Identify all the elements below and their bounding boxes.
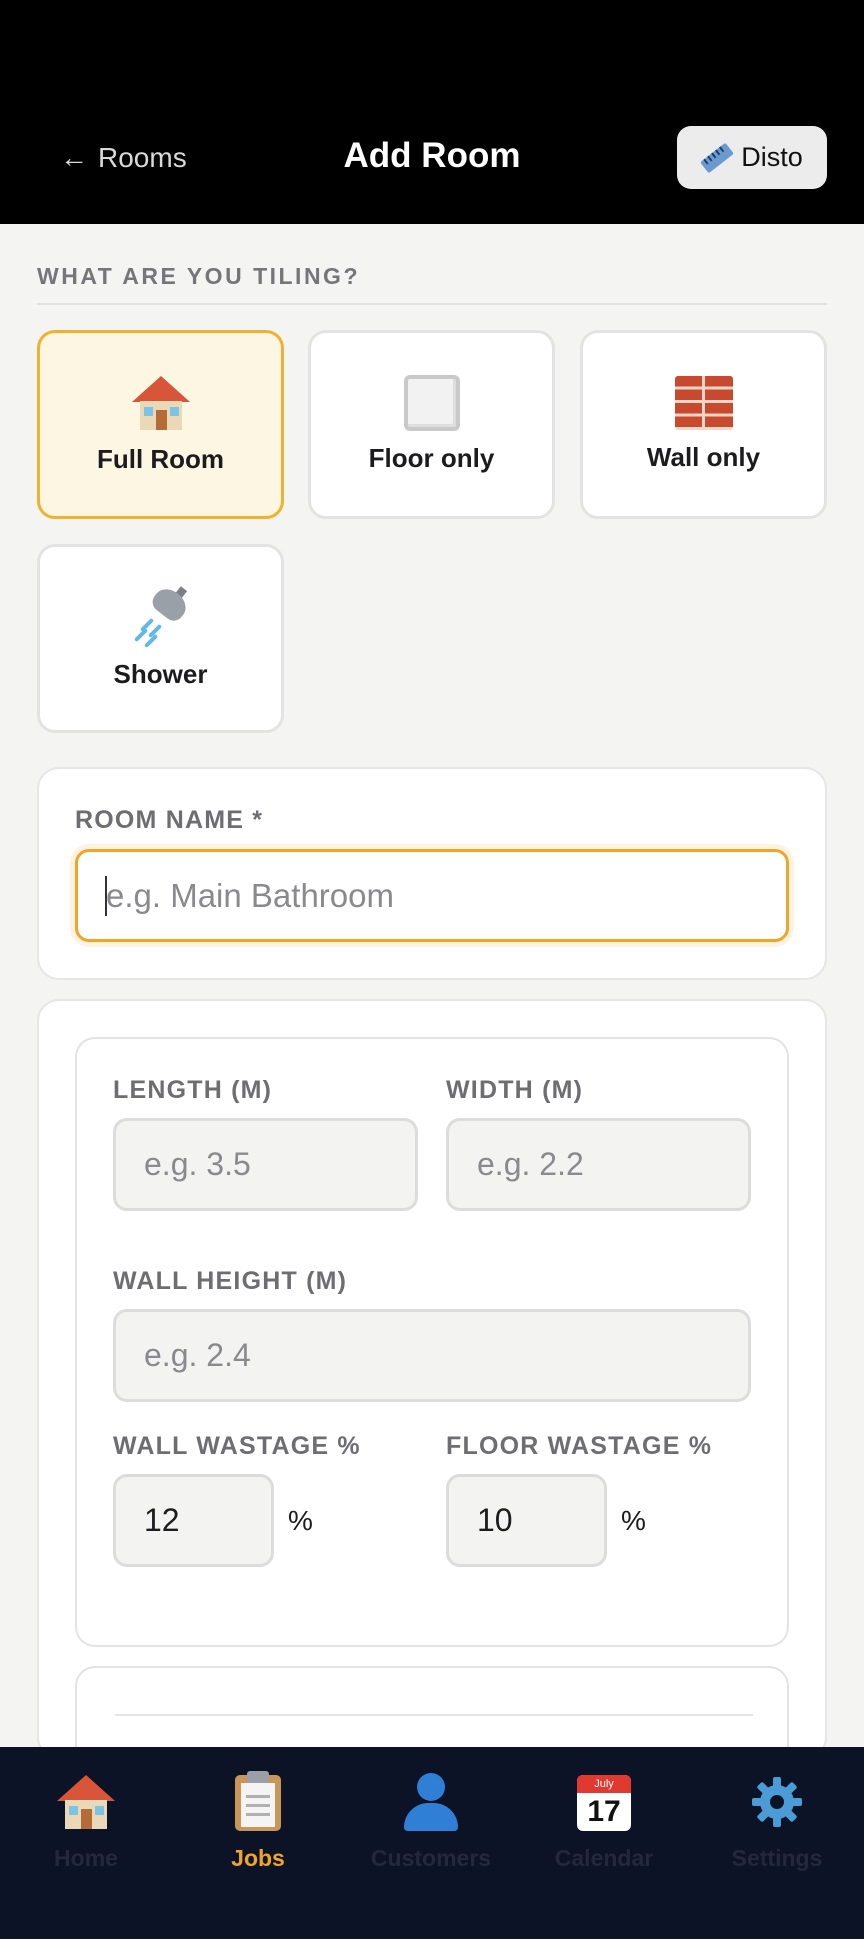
white-square-icon xyxy=(403,375,460,431)
nav-label: Jobs xyxy=(231,1845,285,1871)
section-divider xyxy=(37,303,827,305)
nav-item-calendar[interactable]: July 17 Calendar xyxy=(518,1771,690,1872)
type-card-label: Shower xyxy=(113,659,208,689)
wall-wastage-label: WALL WASTAGE % xyxy=(113,1432,361,1460)
wall-height-label: WALL HEIGHT (M) xyxy=(113,1267,348,1295)
room-name-label: ROOM NAME * xyxy=(75,806,264,834)
nav-item-jobs[interactable]: Jobs xyxy=(172,1771,344,1872)
width-label: WIDTH (M) xyxy=(446,1076,584,1104)
clipboard-icon xyxy=(227,1771,289,1833)
floor-wastage-input[interactable] xyxy=(446,1474,607,1567)
nav-item-settings[interactable]: Settings xyxy=(691,1771,863,1872)
type-card-label: Full Room xyxy=(96,444,225,474)
text-caret xyxy=(105,876,107,916)
length-input[interactable] xyxy=(113,1118,418,1211)
section-divider xyxy=(115,1714,753,1716)
length-label: LENGTH (M) xyxy=(113,1076,273,1104)
calendar-day: 17 xyxy=(587,1795,621,1828)
bottom-nav: Home Jobs Customers July 17 Calendar Set… xyxy=(0,1747,864,1939)
nav-label: Customers xyxy=(370,1845,492,1871)
wall-height-input[interactable] xyxy=(113,1309,751,1402)
user-icon xyxy=(400,1771,462,1833)
disto-label: Disto xyxy=(741,142,803,172)
gear-icon xyxy=(746,1771,808,1833)
calendar-month: July xyxy=(577,1775,631,1793)
width-input[interactable] xyxy=(446,1118,751,1211)
brick-icon xyxy=(674,376,733,430)
app-header: ← Rooms Add Room Disto xyxy=(0,0,864,224)
room-name-input[interactable] xyxy=(75,849,789,942)
nav-item-home[interactable]: Home xyxy=(0,1771,172,1872)
wall-wastage-unit: % xyxy=(288,1505,313,1536)
disto-button[interactable]: Disto xyxy=(677,126,827,189)
floor-wastage-label: FLOOR WASTAGE % xyxy=(446,1432,713,1460)
tiling-section-label: WHAT ARE YOU TILING? xyxy=(37,263,361,289)
nav-label: Calendar xyxy=(554,1845,654,1871)
type-card-label: Wall only xyxy=(646,442,761,472)
nav-item-customers[interactable]: Customers xyxy=(345,1771,517,1872)
type-card-shower[interactable]: Shower xyxy=(37,544,284,733)
house-icon xyxy=(55,1771,117,1833)
nav-label: Home xyxy=(54,1845,118,1871)
ruler-icon xyxy=(700,142,735,173)
type-card-floor-only[interactable]: Floor only xyxy=(308,330,555,519)
shower-icon xyxy=(131,583,191,649)
calendar-icon: July 17 xyxy=(573,1771,635,1833)
nav-label: Settings xyxy=(731,1845,823,1871)
house-icon xyxy=(131,374,190,432)
type-card-full-room[interactable]: Full Room xyxy=(37,330,284,519)
type-card-wall-only[interactable]: Wall only xyxy=(580,330,827,519)
type-card-label: Floor only xyxy=(368,443,495,473)
wall-wastage-input[interactable] xyxy=(113,1474,274,1567)
floor-wastage-unit: % xyxy=(621,1505,646,1536)
